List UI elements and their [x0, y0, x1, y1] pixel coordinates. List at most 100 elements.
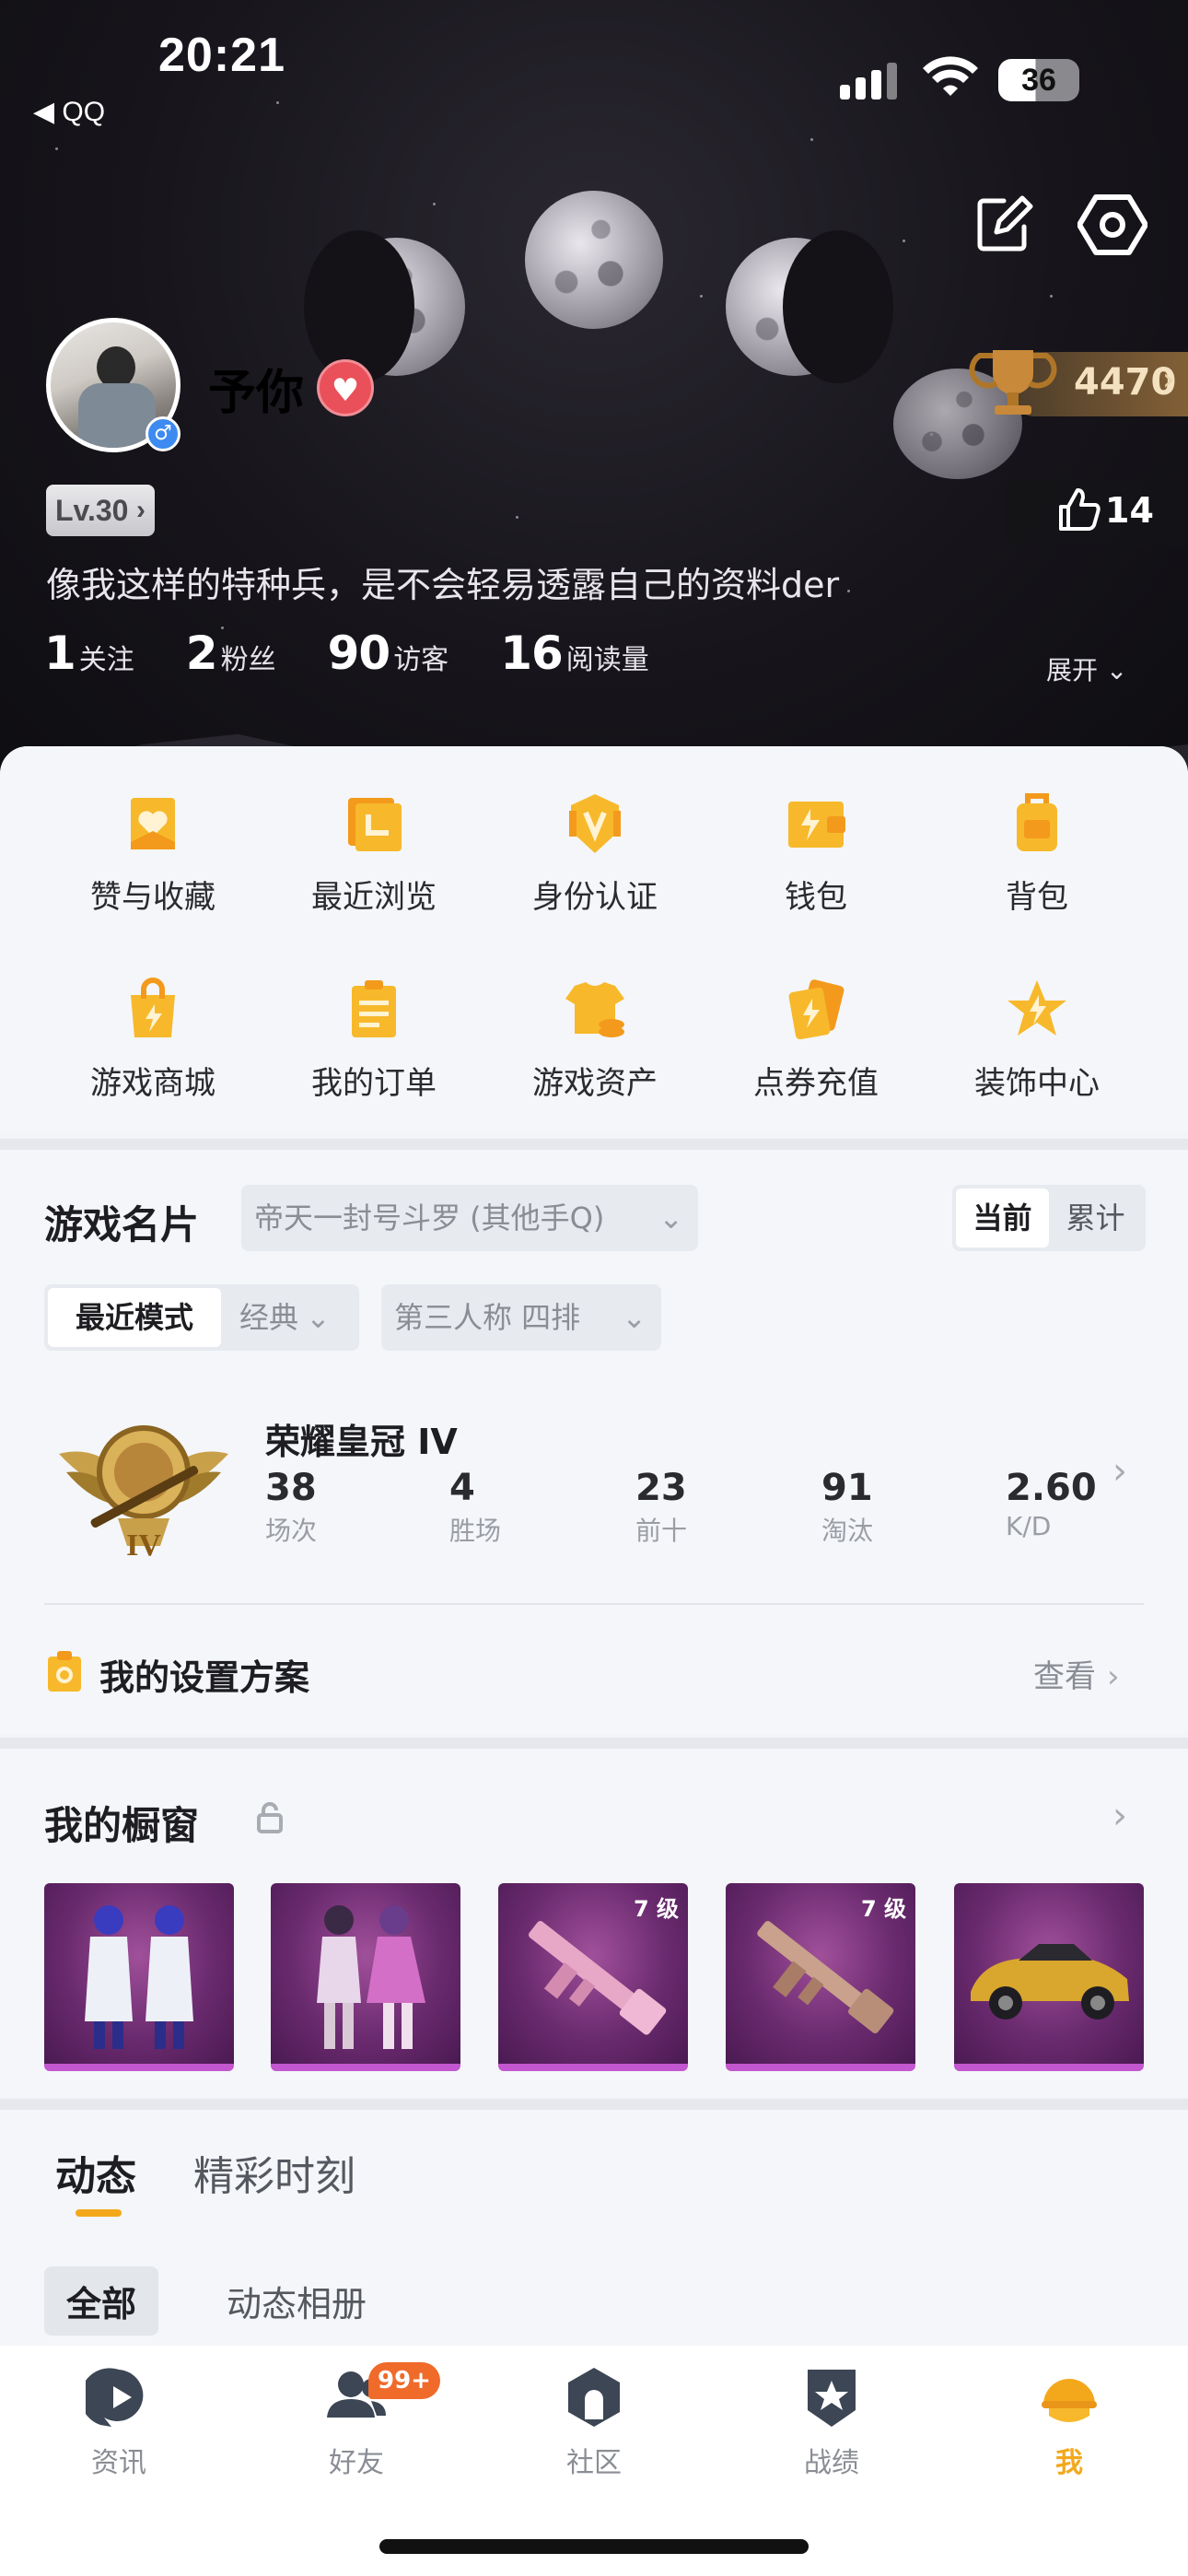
stat-kills: 91 淘汰 — [821, 1467, 1006, 1548]
view-settings-button[interactable]: 查看 › — [1033, 1651, 1120, 1696]
settings-plan-title: 我的设置方案 — [99, 1657, 310, 1698]
rank-emblem-icon: IV — [59, 1425, 228, 1561]
mode-recent[interactable]: 最近模式 — [48, 1288, 221, 1347]
chevron-right-icon[interactable]: › — [1112, 1795, 1127, 1837]
view-settings-label: 查看 — [1033, 1658, 1096, 1695]
tab-label: 社区 — [566, 2447, 622, 2479]
rank-tier: IV — [126, 1528, 161, 1561]
menu-verify[interactable]: 身份认证 — [484, 790, 705, 917]
chevron-down-icon: ⌄ — [306, 1300, 331, 1335]
stat-value: 38 — [265, 1467, 317, 1509]
menu-shop[interactable]: 游戏商城 — [42, 977, 263, 1103]
menu-label: 游戏资产 — [532, 1065, 658, 1102]
menu-label: 最近浏览 — [311, 879, 437, 916]
tab-label: 资讯 — [91, 2447, 146, 2479]
stat-label: 访客 — [393, 644, 449, 676]
car-gold-icon — [971, 1944, 1129, 2020]
heart-badge-icon[interactable]: ♥ — [317, 359, 374, 416]
menu-assets[interactable]: 游戏资产 — [484, 977, 705, 1103]
back-to-qq-link[interactable]: ◀ QQ — [33, 96, 105, 128]
profile-stats: 1 关注 2 粉丝 90 访客 16 阅读量 — [44, 626, 701, 680]
tab-activity[interactable]: 动态 — [55, 2143, 136, 2202]
records-icon — [808, 2370, 856, 2427]
menu-like-collect[interactable]: 赞与收藏 — [42, 790, 263, 917]
menu-label: 身份认证 — [532, 879, 658, 916]
stat-reads[interactable]: 16 阅读量 — [500, 626, 649, 680]
toggle-total[interactable]: 累计 — [1049, 1188, 1142, 1247]
like-count: 14 — [1105, 490, 1154, 531]
mode-classic-label: 经典 — [239, 1300, 299, 1335]
subtab-all[interactable]: 全部 — [44, 2266, 159, 2336]
showcase-item[interactable] — [271, 1883, 460, 2071]
stat-label: 胜场 — [449, 1516, 502, 1546]
tab-indicator — [76, 2209, 122, 2217]
menu-orders[interactable]: 我的订单 — [263, 977, 484, 1103]
server-select[interactable]: 帝天一封号斗罗 (其他手Q) ⌄ — [241, 1185, 698, 1251]
showcase-item[interactable]: 7 级 — [498, 1883, 688, 2071]
verify-icon — [569, 794, 621, 853]
menu-label: 背包 — [1006, 879, 1068, 916]
tab-me[interactable]: 我 — [950, 2364, 1188, 2480]
stat-label: 前十 — [635, 1516, 688, 1546]
toggle-current[interactable]: 当前 — [956, 1188, 1049, 1247]
username: 予你 — [208, 366, 305, 421]
tab-label: 好友 — [329, 2447, 384, 2479]
level-badge[interactable]: Lv.30 › — [46, 485, 155, 536]
showcase-item[interactable]: 7 级 — [726, 1883, 915, 2071]
menu-decor[interactable]: 装饰中心 — [926, 977, 1147, 1103]
expand-button[interactable]: 展开 ⌄ — [1046, 650, 1127, 687]
like-collect-icon — [131, 798, 175, 849]
expand-label: 展开 — [1046, 655, 1099, 685]
chevron-right-icon: › — [136, 495, 146, 525]
feed-sub-tabs: 全部 动态相册 — [44, 2266, 435, 2336]
settings-icon[interactable] — [1077, 190, 1147, 260]
item-level: 7 级 — [860, 1896, 906, 1922]
stat-number: 2 — [185, 626, 218, 680]
chevron-down-icon: ⌄ — [622, 1300, 646, 1335]
period-toggle: 当前 累计 — [952, 1185, 1146, 1251]
menu-wallet[interactable]: 钱包 — [705, 790, 926, 917]
tab-highlights[interactable]: 精彩时刻 — [193, 2143, 355, 2202]
menu-recent[interactable]: 最近浏览 — [263, 790, 484, 917]
mode-select: 最近模式 经典 ⌄ — [44, 1284, 359, 1351]
menu-label: 点券充值 — [753, 1065, 879, 1102]
moon-full-icon — [525, 191, 663, 329]
server-select-value: 帝天一封号斗罗 (其他手Q) — [254, 1200, 605, 1235]
tab-records[interactable]: 战绩 — [713, 2364, 950, 2480]
chevron-right-icon[interactable]: › — [1112, 1450, 1127, 1493]
wallet-icon — [788, 802, 845, 848]
rank-name: 荣耀皇冠 IV — [265, 1422, 458, 1462]
stat-following[interactable]: 1 关注 — [44, 626, 134, 680]
stat-label: 关注 — [78, 644, 134, 676]
home-indicator — [379, 2539, 809, 2554]
tab-news[interactable]: 资讯 — [0, 2364, 238, 2480]
stat-fans[interactable]: 2 粉丝 — [186, 626, 276, 680]
lock-icon[interactable] — [256, 1802, 284, 1833]
signal-icon — [840, 63, 897, 100]
stat-label: 淘汰 — [821, 1516, 874, 1546]
stat-visitors[interactable]: 90 访客 — [328, 626, 449, 680]
menu-backpack[interactable]: 背包 — [926, 790, 1147, 917]
menu-recharge[interactable]: 点券充值 — [705, 977, 926, 1103]
orders-icon — [352, 980, 396, 1037]
menu-label: 我的订单 — [311, 1065, 437, 1102]
showcase-item[interactable] — [44, 1883, 234, 2071]
stat-value: 2.60 — [1006, 1467, 1097, 1509]
stat-label: K/D — [1006, 1511, 1052, 1541]
trophy-icon — [969, 350, 1057, 415]
stat-kd: 2.60 K/D — [1006, 1467, 1188, 1541]
perspective-select[interactable]: 第三人称 四排 ⌄ — [381, 1284, 661, 1351]
stat-value: 91 — [821, 1467, 873, 1509]
subtab-album[interactable]: 动态相册 — [227, 2276, 367, 2326]
stat-label: 场次 — [265, 1516, 318, 1546]
showcase-item[interactable] — [954, 1883, 1144, 2071]
edit-profile-icon[interactable] — [969, 190, 1039, 260]
tab-community[interactable]: 社区 — [475, 2364, 713, 2480]
stat-number: 1 — [44, 626, 76, 680]
mode-classic-select[interactable]: 经典 ⌄ — [239, 1284, 331, 1351]
settings-plan-icon — [48, 1651, 81, 1692]
wifi-icon — [923, 56, 978, 96]
stat-label: 阅读量 — [565, 644, 649, 676]
community-icon — [568, 2368, 620, 2427]
recharge-icon — [788, 979, 844, 1040]
